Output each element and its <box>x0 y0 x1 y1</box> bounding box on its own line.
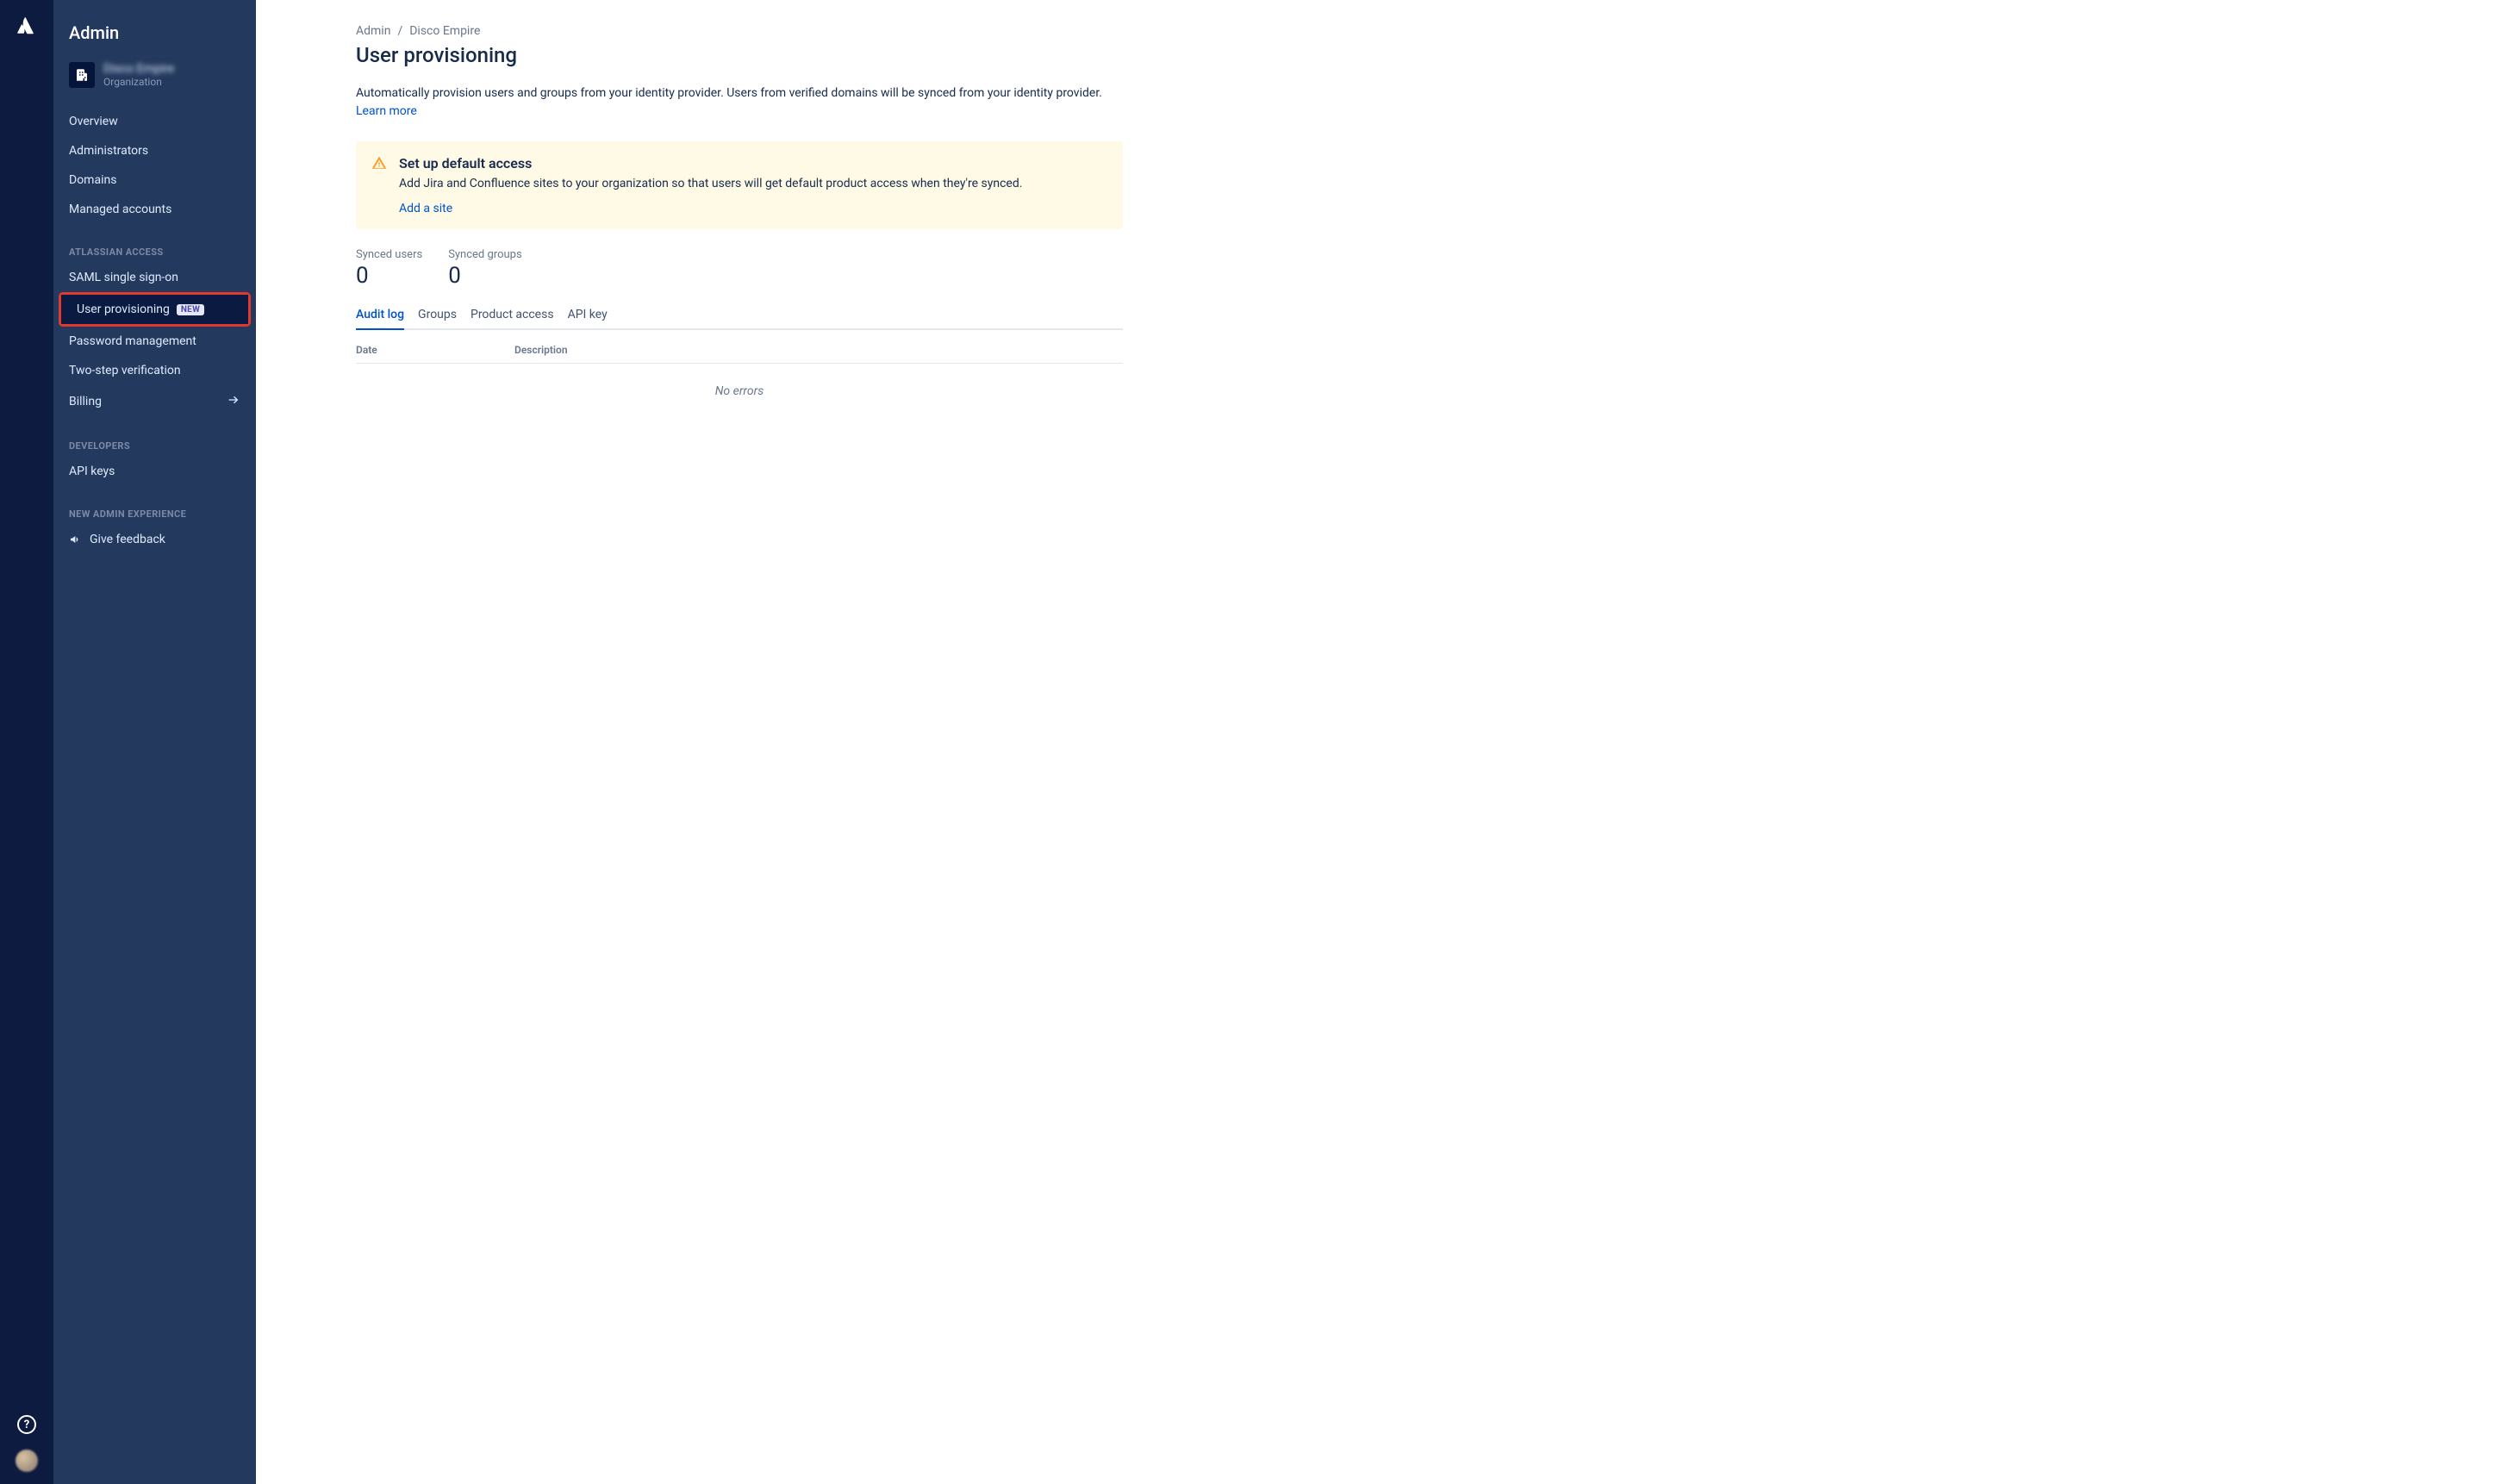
banner-title: Set up default access <box>399 155 1107 171</box>
user-avatar[interactable] <box>16 1450 38 1472</box>
sidebar-item-label: Managed accounts <box>69 203 171 216</box>
tab-groups[interactable]: Groups <box>418 308 457 330</box>
stat-label: Synced groups <box>448 248 521 261</box>
org-switcher[interactable]: Disco Empire Organization <box>53 59 256 100</box>
tabs: Audit log Groups Product access API key <box>356 308 1123 330</box>
stats-row: Synced users 0 Synced groups 0 <box>356 248 1123 289</box>
learn-more-link[interactable]: Learn more <box>356 104 417 118</box>
sidebar-item-password-management[interactable]: Password management <box>53 327 256 356</box>
sidebar-item-domains[interactable]: Domains <box>53 165 256 195</box>
page-title: User provisioning <box>356 43 1123 67</box>
tab-audit-log[interactable]: Audit log <box>356 308 404 330</box>
app-rail: ? <box>0 0 53 1484</box>
stat-value: 0 <box>356 263 422 289</box>
sidebar-item-label: API keys <box>69 465 115 478</box>
column-header-description: Description <box>514 344 1123 356</box>
banner-text: Add Jira and Confluence sites to your or… <box>399 177 1107 190</box>
nav-group-main: Overview Administrators Domains Managed … <box>53 100 256 231</box>
stat-synced-users: Synced users 0 <box>356 248 422 289</box>
help-icon[interactable]: ? <box>17 1415 36 1434</box>
breadcrumb-org[interactable]: Disco Empire <box>409 24 480 38</box>
stat-value: 0 <box>448 263 521 289</box>
breadcrumb-root[interactable]: Admin <box>356 24 390 38</box>
nav-group-new-admin: NEW ADMIN EXPERIENCE Give feedback <box>53 493 256 561</box>
sidebar-item-two-step[interactable]: Two-step verification <box>53 356 256 385</box>
org-subtitle: Organization <box>103 76 174 88</box>
warning-banner: Set up default access Add Jira and Confl… <box>356 141 1123 229</box>
main-content: Admin / Disco Empire User provisioning A… <box>256 0 2518 1484</box>
sidebar-item-saml[interactable]: SAML single sign-on <box>53 263 256 292</box>
sidebar-item-billing[interactable]: Billing <box>53 385 256 418</box>
sidebar-item-label: Administrators <box>69 144 148 158</box>
sidebar-item-label: Two-step verification <box>69 364 181 377</box>
sidebar-item-label: User provisioning <box>77 302 170 316</box>
stat-label: Synced users <box>356 248 422 261</box>
tab-api-key[interactable]: API key <box>568 308 608 330</box>
sidebar: Admin Disco Empire Organization Overview… <box>53 0 256 1484</box>
breadcrumb-separator: / <box>397 24 402 38</box>
sidebar-item-label: Give feedback <box>90 533 165 546</box>
sidebar-item-api-keys[interactable]: API keys <box>53 457 256 486</box>
intro-text: Automatically provision users and groups… <box>356 86 1102 100</box>
warning-icon <box>371 155 387 215</box>
org-name: Disco Empire <box>103 62 174 76</box>
sidebar-item-label: Password management <box>69 334 196 348</box>
new-badge: NEW <box>177 304 204 315</box>
sidebar-item-label: Domains <box>69 173 116 187</box>
stat-synced-groups: Synced groups 0 <box>448 248 521 289</box>
nav-heading-developers: DEVELOPERS <box>53 432 256 457</box>
table-empty-state: No errors <box>356 364 1123 419</box>
sidebar-item-user-provisioning[interactable]: User provisioning NEW <box>61 295 248 324</box>
column-header-date: Date <box>356 344 514 356</box>
building-icon <box>69 62 95 88</box>
sidebar-item-label: SAML single sign-on <box>69 271 178 284</box>
nav-group-developers: DEVELOPERS API keys <box>53 425 256 493</box>
add-site-link[interactable]: Add a site <box>399 202 452 215</box>
sidebar-item-managed-accounts[interactable]: Managed accounts <box>53 195 256 224</box>
nav-heading-access: ATLASSIAN ACCESS <box>53 238 256 263</box>
breadcrumb: Admin / Disco Empire <box>356 24 1123 38</box>
sidebar-item-label: Billing <box>69 395 102 408</box>
sidebar-item-administrators[interactable]: Administrators <box>53 136 256 165</box>
sidebar-item-give-feedback[interactable]: Give feedback <box>53 525 256 554</box>
sidebar-title: Admin <box>53 16 256 59</box>
intro-paragraph: Automatically provision users and groups… <box>356 84 1123 121</box>
nav-heading-new-admin: NEW ADMIN EXPERIENCE <box>53 500 256 525</box>
atlassian-logo-icon[interactable] <box>16 16 38 41</box>
highlight-annotation: User provisioning NEW <box>59 292 251 327</box>
audit-table-header: Date Description <box>356 344 1123 364</box>
sidebar-item-overview[interactable]: Overview <box>53 107 256 136</box>
nav-group-access: ATLASSIAN ACCESS SAML single sign-on Use… <box>53 231 256 425</box>
megaphone-icon <box>69 533 83 546</box>
arrow-right-icon <box>227 393 240 410</box>
sidebar-item-label: Overview <box>69 115 118 128</box>
tab-product-access[interactable]: Product access <box>471 308 554 330</box>
